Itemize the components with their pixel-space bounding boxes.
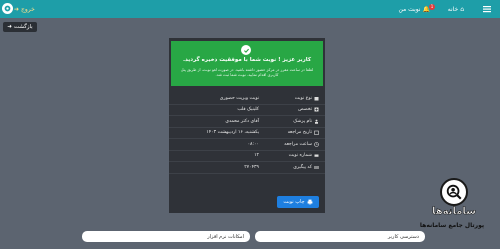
printer-icon <box>307 199 312 205</box>
detail-value: آقای دکتر محمدی <box>225 118 259 124</box>
detail-label: تخصص <box>298 107 312 113</box>
doctor-icon <box>314 119 319 124</box>
detail-value: نوبت ویزیت حضوری <box>219 95 259 101</box>
appointments-label: نوبت من <box>398 5 421 13</box>
site-logo[interactable] <box>2 3 13 14</box>
user-access-label: دسترسی کاربر <box>387 233 419 240</box>
appointment-card: کاربر عزیز ! نوبت شما با موفقیت ذخیره گر… <box>169 38 325 213</box>
calendar-icon <box>314 96 319 101</box>
detail-label: ساعت مراجعه <box>284 141 312 147</box>
details-list: نوع نوبت نوبت ویزیت حضوری تخصص کلینیک قل… <box>169 93 325 174</box>
arrow-left-icon: ➜ <box>7 24 12 30</box>
detail-label: شماره نوبت <box>288 153 312 159</box>
back-button-label: بازگشت <box>13 24 33 30</box>
detail-label: کد پیگیری <box>293 164 312 170</box>
exit-icon: ➜ <box>14 5 20 13</box>
detail-value: ۰۸:۰۰ <box>247 141 259 147</box>
alert-description: لطفا در ساعت مقرر در مرکز حضور داشته باش… <box>180 67 314 77</box>
print-appointment-button[interactable]: چاپ نوبت <box>277 196 319 208</box>
alert-title: کاربر عزیز ! نوبت شما با موفقیت ذخیره گر… <box>182 57 312 63</box>
detail-label: نوع نوبت <box>294 95 312 101</box>
detail-row-specialty: تخصص کلینیک قلب <box>169 105 325 116</box>
detail-value: ۲۷۰۴۳۹ <box>244 164 259 170</box>
software-features-tab[interactable]: امکانات نرم افزار <box>82 231 250 242</box>
software-features-label: امکانات نرم افزار <box>207 233 244 240</box>
exit-link[interactable]: ➜ خروج <box>14 0 35 18</box>
home-label: خانه <box>447 5 459 13</box>
success-alert: کاربر عزیز ! نوبت شما با موفقیت ذخیره گر… <box>171 41 323 86</box>
gear-logo-icon <box>4 5 11 12</box>
hospital-icon <box>314 107 319 112</box>
detail-value: یکشنبه، ۱۶ اردیبهشت ۱۴۰۳ <box>206 130 259 136</box>
hamburger-menu-icon[interactable] <box>482 4 492 14</box>
detail-label: نام پزشک <box>293 118 312 124</box>
watermark-subtitle: پورتال جامع سامانه‌ها <box>419 222 485 229</box>
user-access-tab[interactable]: دسترسی کاربر <box>255 231 425 242</box>
notification-badge: 1 <box>429 3 435 10</box>
search-user-icon <box>440 178 468 206</box>
home-link[interactable]: خانه ⌂ <box>448 0 464 18</box>
detail-label: تاریخ مراجعه <box>287 130 312 136</box>
detail-row-doctor: نام پزشک آقای دکتر محمدی <box>169 116 325 128</box>
top-navbar: ➜ خروج نوبت من 🔔 1 خانه ⌂ <box>0 0 500 18</box>
my-appointments-link[interactable]: نوبت من 🔔 1 <box>398 0 435 18</box>
home-icon: ⌂ <box>460 5 464 13</box>
bell-icon: 🔔 1 <box>422 3 435 13</box>
code-icon <box>314 165 319 170</box>
detail-row-time: ساعت مراجعه ۰۸:۰۰ <box>169 139 325 151</box>
check-icon <box>241 45 251 55</box>
date-icon <box>314 130 319 136</box>
print-button-label: چاپ نوبت <box>283 199 305 205</box>
watermark-name: سامانه‌ها <box>431 206 477 218</box>
detail-value: ۱۲ <box>254 153 259 159</box>
exit-label: خروج <box>21 5 35 13</box>
back-button[interactable]: ➜ بازگشت <box>3 22 37 32</box>
watermark-logo: سامانه‌ها پورتال جامع سامانه‌ها <box>420 178 486 244</box>
ticket-icon <box>314 153 319 158</box>
detail-row-type: نوع نوبت نوبت ویزیت حضوری <box>169 93 325 105</box>
detail-value: کلینیک قلب <box>237 107 259 113</box>
detail-row-tracking: کد پیگیری ۲۷۰۴۳۹ <box>169 162 325 174</box>
detail-row-number: شماره نوبت ۱۲ <box>169 151 325 162</box>
detail-row-date: تاریخ مراجعه یکشنبه، ۱۶ اردیبهشت ۱۴۰۳ <box>169 128 325 139</box>
clock-icon <box>314 141 319 147</box>
